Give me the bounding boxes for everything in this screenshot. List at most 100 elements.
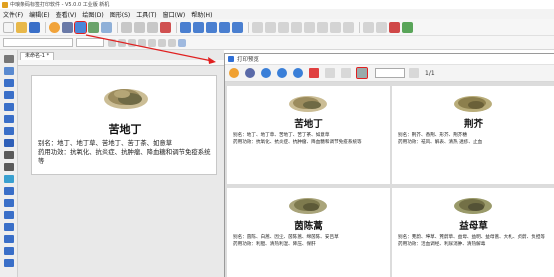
menu-file[interactable]: 文件(F): [3, 10, 23, 19]
preview-zoom-fit-icon[interactable]: [293, 68, 303, 78]
toolbar-separator: [176, 21, 177, 33]
preview-toolbar: 1/1: [225, 65, 554, 82]
herb-name: 荆芥: [463, 119, 483, 130]
star-tool-icon[interactable]: [4, 235, 14, 243]
menu-help[interactable]: 帮助(H): [191, 10, 212, 19]
copy-icon[interactable]: [134, 21, 145, 33]
herb-effect: 药用功效：活血调经、利尿消肿、清热解毒: [398, 242, 486, 247]
barcode-icon[interactable]: [101, 21, 112, 33]
herb-name: 苦地丁: [108, 123, 142, 136]
herb-name: 茵陈蒿: [294, 221, 323, 232]
new-file-icon[interactable]: [3, 21, 14, 33]
triangle-tool-icon[interactable]: [4, 247, 14, 255]
arrow-tool-icon[interactable]: [4, 223, 14, 231]
align-center-icon[interactable]: [265, 21, 276, 33]
italic-icon[interactable]: [118, 38, 126, 47]
text-align-left-icon[interactable]: [148, 38, 156, 47]
window-title: 中琅条码标签打印软件 - V5.0.0 工业版 新机: [10, 2, 110, 8]
label-design[interactable]: 苦地丁 别名：地丁、地丁草、苦地丁、苦丁茶、如意草 药用功效：抗氧化、抗炎症、抗…: [31, 75, 217, 175]
preview-zoom-in-icon[interactable]: [261, 68, 271, 78]
polygon-tool-icon[interactable]: [4, 127, 14, 135]
table-tool-icon[interactable]: [4, 187, 14, 195]
ellipse-tool-icon[interactable]: [4, 115, 14, 123]
page-number-input[interactable]: [375, 68, 405, 78]
preview-print-icon[interactable]: [245, 68, 255, 78]
menu-window[interactable]: 窗口(W): [163, 10, 186, 19]
cut-icon[interactable]: [121, 21, 132, 33]
zoom-out-icon[interactable]: [193, 21, 204, 33]
curve-tool-icon[interactable]: [4, 199, 14, 207]
font-family-select[interactable]: [3, 38, 73, 47]
page-total: 1/1: [425, 69, 435, 77]
ruler-tool-icon[interactable]: [4, 259, 14, 267]
menu-edit[interactable]: 编辑(E): [29, 10, 49, 19]
open-folder-icon[interactable]: [16, 21, 27, 33]
image-tool-icon[interactable]: [4, 175, 14, 183]
paste-icon[interactable]: [147, 21, 158, 33]
rectangle-tool-icon[interactable]: [4, 91, 14, 99]
preview-prev-page-icon[interactable]: [341, 68, 351, 78]
menu-view[interactable]: 查看(V): [56, 10, 77, 19]
preview-settings-icon[interactable]: [229, 68, 239, 78]
same-size-icon[interactable]: [343, 21, 354, 33]
underline-icon[interactable]: [128, 38, 136, 47]
select-tool-icon[interactable]: [4, 55, 14, 63]
toolbar-separator: [359, 21, 360, 33]
herb-effect: 药用功效：祛风、解表、清热 透疹、止血: [398, 140, 483, 145]
grid-icon[interactable]: [232, 21, 243, 33]
print-icon[interactable]: [62, 21, 73, 33]
qrcode-tool-icon[interactable]: [4, 163, 14, 171]
battery-icon[interactable]: [402, 21, 413, 33]
text-color-icon[interactable]: [138, 38, 146, 47]
preview-zoom-out-icon[interactable]: [277, 68, 287, 78]
align-right-icon[interactable]: [278, 21, 289, 33]
barcode-tool-icon[interactable]: [4, 151, 14, 159]
font-size-select[interactable]: [76, 38, 104, 47]
menu-shape[interactable]: 图形(S): [110, 10, 131, 19]
preview-label-card: 益母草 别名：茺蔚、坤草、茺蔚草、益母、益明、益母蒿、大札、贞蔚、负担等 药用功…: [392, 188, 554, 277]
delete-icon[interactable]: [160, 21, 171, 33]
bold-icon[interactable]: [108, 38, 116, 47]
text-align-right-icon[interactable]: [168, 38, 176, 47]
lock-icon[interactable]: [363, 21, 374, 33]
preview-title-bar: 打印预览: [225, 54, 554, 65]
preview-canvas: 苦地丁 别名：地丁、地丁草、苦地丁、苦丁茶、如意草 药用功效：抗氧化、抗炎症、抗…: [225, 82, 554, 277]
line-style-icon[interactable]: [178, 38, 186, 47]
align-middle-icon[interactable]: [304, 21, 315, 33]
preview-first-page-icon[interactable]: [325, 68, 335, 78]
align-top-icon[interactable]: [291, 21, 302, 33]
app-logo-icon: [2, 1, 8, 8]
settings-icon[interactable]: [49, 21, 60, 33]
toolbar-separator: [248, 21, 249, 33]
distribute-icon[interactable]: [330, 21, 341, 33]
pan-tool-icon[interactable]: [4, 67, 14, 75]
preview-close-icon[interactable]: [309, 68, 319, 78]
herb-image: [289, 96, 327, 112]
group-icon[interactable]: [376, 21, 387, 33]
zoom-actual-icon[interactable]: [219, 21, 230, 33]
text-tool-icon[interactable]: [4, 139, 14, 147]
line-tool-icon[interactable]: [4, 79, 14, 87]
main-toolbar: [0, 19, 554, 36]
rounded-rect-tool-icon[interactable]: [4, 103, 14, 111]
herb-name: 益母草: [459, 221, 488, 232]
arc-tool-icon[interactable]: [4, 211, 14, 219]
herb-image[interactable]: [102, 82, 150, 112]
toolbar-separator: [45, 21, 46, 33]
document-tab[interactable]: 未命名-1 *: [20, 52, 55, 60]
preview-next-page-icon[interactable]: [409, 68, 419, 78]
text-align-center-icon[interactable]: [158, 38, 166, 47]
herb-alias: 别名：茵陈、白蒿、因尘、茵陈蒿、绵茵陈、安吕草: [233, 235, 339, 240]
zoom-in-icon[interactable]: [180, 21, 191, 33]
menu-tools[interactable]: 工具(T): [136, 10, 156, 19]
align-bottom-icon[interactable]: [317, 21, 328, 33]
print-preview-icon[interactable]: [74, 20, 87, 34]
save-icon[interactable]: [29, 21, 40, 33]
herb-effect: 药用功效：抗氧化、抗炎症、抗肿瘤、降血糖和调节免疫系统等: [38, 148, 211, 165]
align-left-icon[interactable]: [252, 21, 263, 33]
database-icon[interactable]: [88, 21, 99, 33]
stop-icon[interactable]: [389, 21, 400, 33]
zoom-fit-icon[interactable]: [206, 21, 217, 33]
menu-draw[interactable]: 绘图(D): [82, 10, 103, 19]
preview-page-nav-icon[interactable]: [356, 67, 368, 79]
